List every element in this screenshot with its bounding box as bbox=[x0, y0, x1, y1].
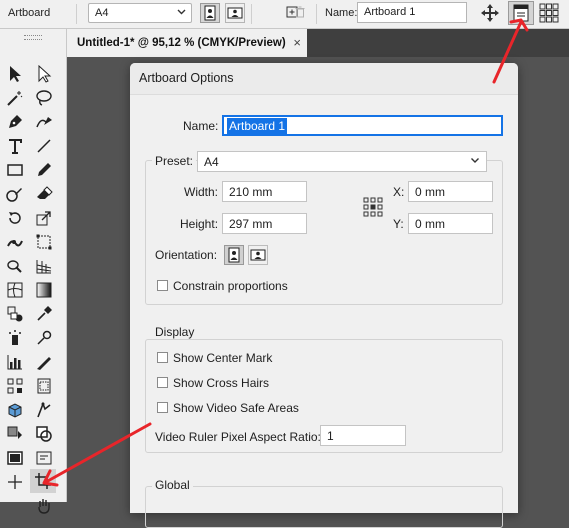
arrow-to-artboard-options bbox=[492, 20, 523, 84]
arrow-to-artboard-tool bbox=[44, 422, 152, 484]
annotation-arrows bbox=[42, 18, 529, 487]
